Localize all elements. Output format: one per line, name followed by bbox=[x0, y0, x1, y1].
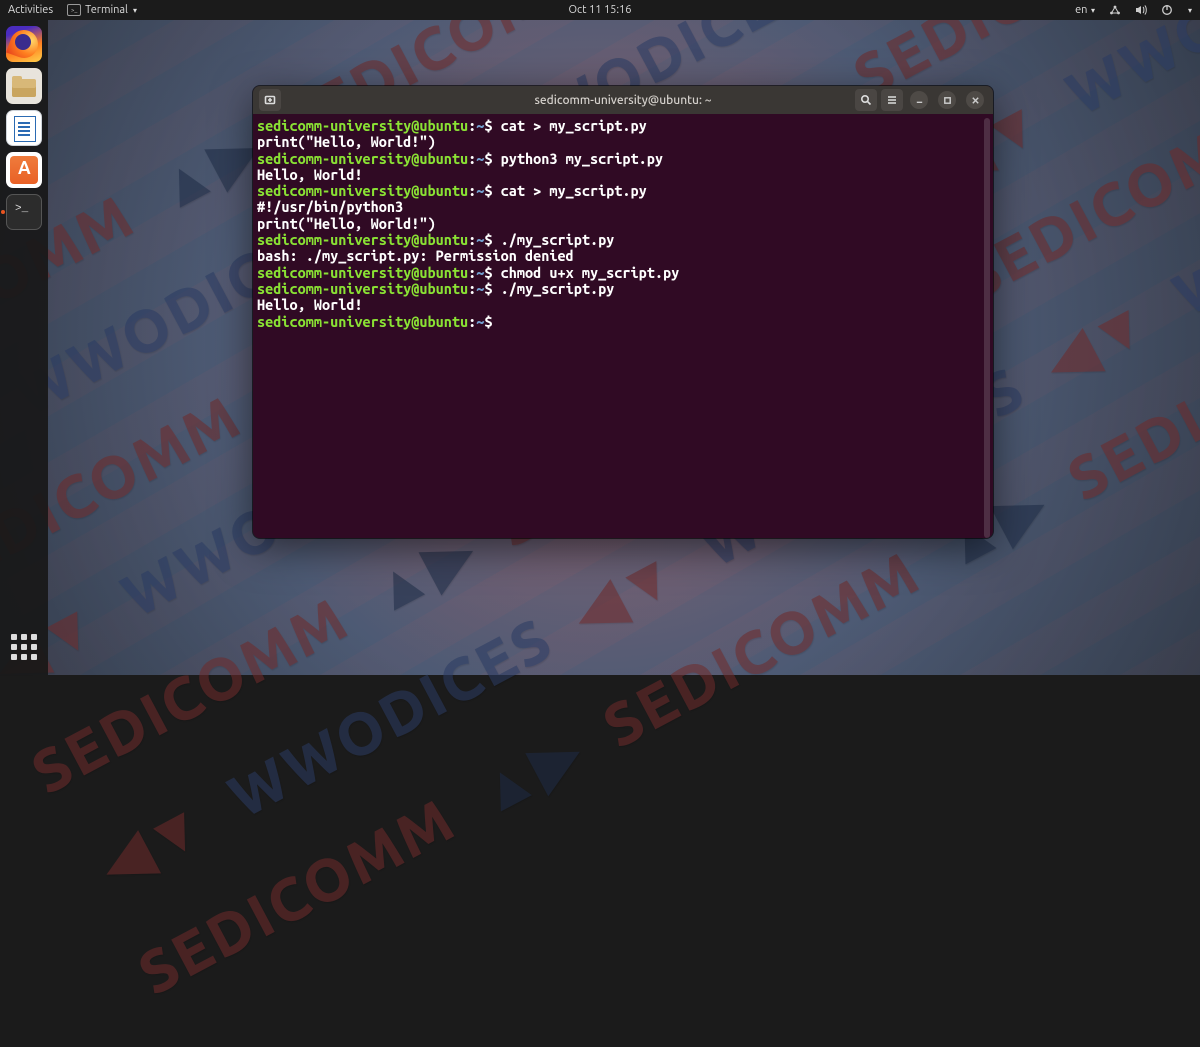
window-titlebar[interactable]: sedicomm-university@ubuntu: ~ bbox=[253, 86, 993, 114]
dock-app-ubuntu-software[interactable] bbox=[6, 152, 42, 188]
network-icon[interactable] bbox=[1109, 4, 1121, 16]
dock-app-firefox[interactable] bbox=[6, 26, 42, 62]
new-tab-button[interactable] bbox=[259, 89, 281, 111]
terminal-output-line: Hello, World! bbox=[257, 297, 985, 313]
search-button[interactable] bbox=[855, 89, 877, 111]
clock[interactable]: Oct 11 15:16 bbox=[569, 4, 632, 16]
dock-app-files[interactable] bbox=[6, 68, 42, 104]
terminal-prompt-line: sedicomm-university@ubuntu:~$ cat > my_s… bbox=[257, 183, 985, 199]
maximize-button[interactable] bbox=[938, 91, 956, 109]
terminal-prompt-line: sedicomm-university@ubuntu:~$ ./my_scrip… bbox=[257, 232, 985, 248]
chevron-down-icon: ▾ bbox=[1091, 6, 1095, 15]
activities-button[interactable]: Activities bbox=[8, 4, 53, 16]
app-menu-label: Terminal bbox=[85, 4, 128, 16]
input-language[interactable]: en ▾ bbox=[1075, 4, 1095, 16]
minimize-button[interactable] bbox=[910, 91, 928, 109]
terminal-prompt-line: sedicomm-university@ubuntu:~$ chmod u+x … bbox=[257, 265, 985, 281]
dock bbox=[0, 20, 48, 675]
chevron-down-icon: ▾ bbox=[1188, 6, 1192, 15]
dock-app-terminal[interactable] bbox=[6, 194, 42, 230]
scrollbar[interactable] bbox=[984, 118, 990, 538]
close-button[interactable] bbox=[966, 91, 984, 109]
power-icon[interactable] bbox=[1161, 4, 1173, 16]
volume-icon[interactable] bbox=[1135, 4, 1147, 16]
terminal-output-line: Hello, World! bbox=[257, 167, 985, 183]
show-applications-button[interactable] bbox=[6, 629, 42, 665]
terminal-prompt-line: sedicomm-university@ubuntu:~$ python3 my… bbox=[257, 151, 985, 167]
terminal-window: sedicomm-university@ubuntu: ~ sedicomm-u… bbox=[253, 86, 993, 538]
gnome-topbar: Activities >_ Terminal ▾ Oct 11 15:16 en… bbox=[0, 0, 1200, 20]
running-indicator-icon bbox=[1, 210, 5, 214]
terminal-output-line: bash: ./my_script.py: Permission denied bbox=[257, 248, 985, 264]
terminal-prompt-line: sedicomm-university@ubuntu:~$ ./my_scrip… bbox=[257, 281, 985, 297]
hamburger-menu-button[interactable] bbox=[881, 89, 903, 111]
terminal-viewport[interactable]: sedicomm-university@ubuntu:~$ cat > my_s… bbox=[253, 114, 993, 538]
terminal-output-line: print("Hello, World!") bbox=[257, 134, 985, 150]
window-title: sedicomm-university@ubuntu: ~ bbox=[535, 94, 712, 107]
app-menu-terminal[interactable]: >_ Terminal ▾ bbox=[67, 4, 137, 16]
terminal-prompt-line: sedicomm-university@ubuntu:~$ cat > my_s… bbox=[257, 118, 985, 134]
dock-app-libreoffice-writer[interactable] bbox=[6, 110, 42, 146]
terminal-prompt-line: sedicomm-university@ubuntu:~$ bbox=[257, 314, 985, 330]
terminal-output-line: print("Hello, World!") bbox=[257, 216, 985, 232]
terminal-icon: >_ bbox=[67, 4, 81, 16]
terminal-output-line: #!/usr/bin/python3 bbox=[257, 199, 985, 215]
chevron-down-icon: ▾ bbox=[133, 6, 137, 15]
